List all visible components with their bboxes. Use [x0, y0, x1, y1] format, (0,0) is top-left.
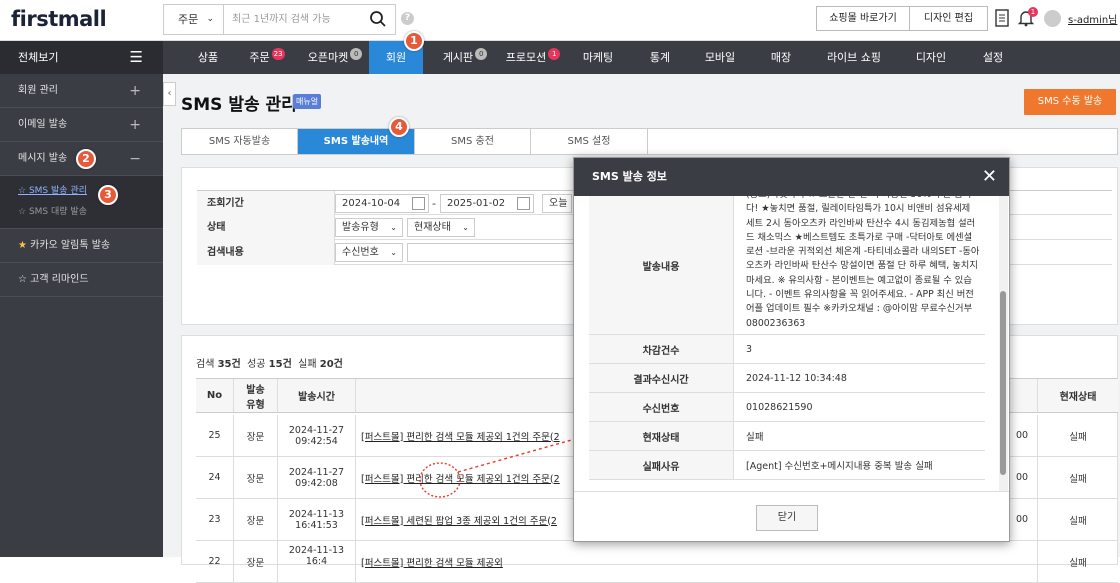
close-icon[interactable]: ✕ [982, 158, 997, 196]
step-marker: 1 [404, 31, 424, 51]
sms-info-modal: SMS 발송 정보✕ 발송내용 (광고)마켓아이 ★ 오늘만 한 번 더 가능한… [573, 157, 1010, 542]
step-marker: 2 [76, 149, 96, 169]
modal-close-button[interactable]: 닫기 [756, 505, 818, 531]
message-content: (광고)마켓아이 ★ 오늘만 한 번 더 가능한 50% 쿠폰 쏩니다! ★놓치… [746, 196, 980, 329]
modal-row-content: 발송내용 (광고)마켓아이 ★ 오늘만 한 번 더 가능한 50% 쿠폰 쏩니다… [589, 196, 985, 335]
scrollbar-thumb[interactable] [1000, 291, 1006, 475]
step-marker: 4 [389, 117, 409, 137]
modal-header: SMS 발송 정보 ✕ [574, 158, 1009, 196]
step-marker: 3 [98, 185, 118, 205]
modal-body: 발송내용 (광고)마켓아이 ★ 오늘만 한 번 더 가능한 50% 쿠폰 쏩니다… [574, 196, 1011, 491]
modal-footer: 닫기 [574, 491, 1009, 541]
modal-scrollbar[interactable] [999, 196, 1008, 491]
